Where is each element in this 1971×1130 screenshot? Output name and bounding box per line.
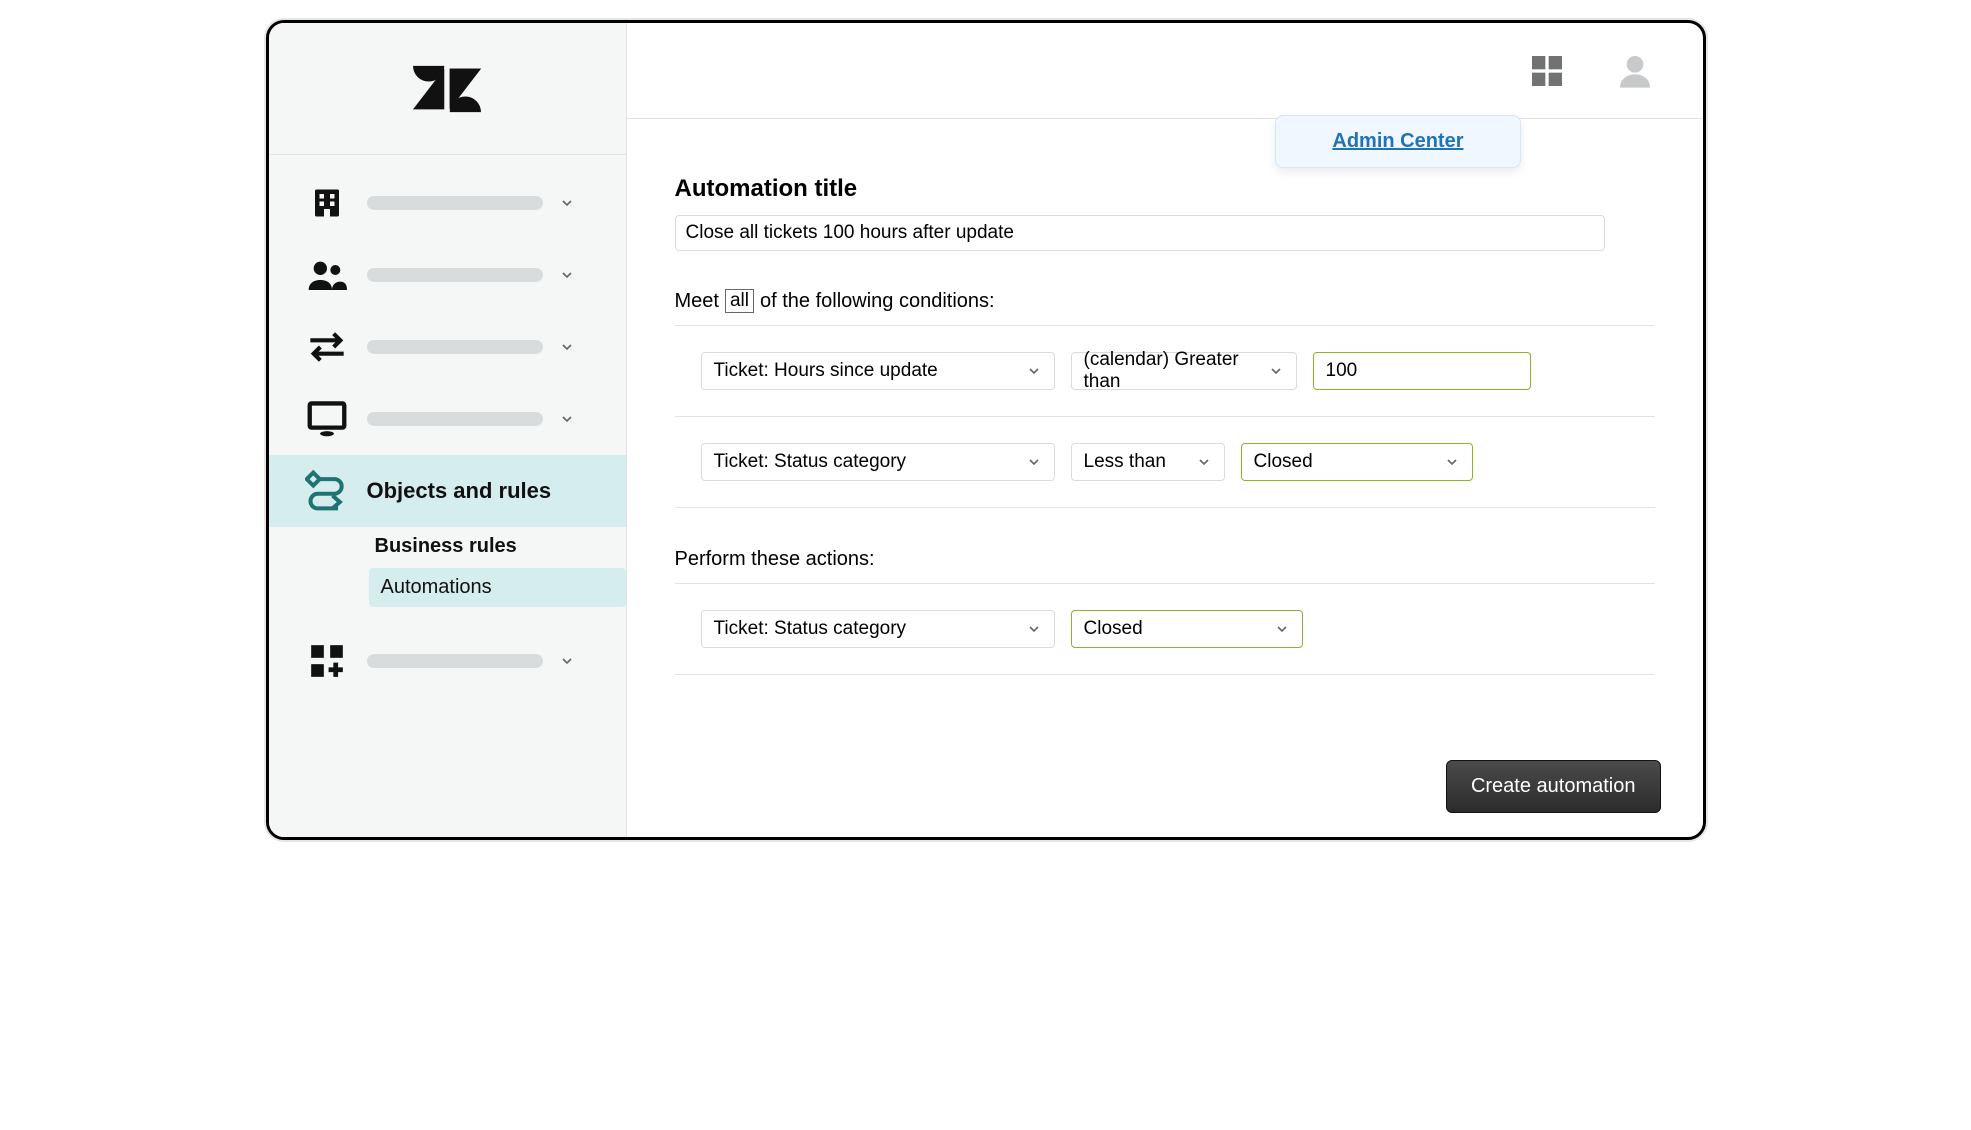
people-icon	[303, 253, 351, 297]
condition-row: Ticket: Hours since update (calendar) Gr…	[675, 326, 1655, 417]
select-value: (calendar) Greater than	[1084, 349, 1258, 393]
condition-operator-select[interactable]: Less than	[1071, 443, 1225, 481]
main-area: Admin Center Automation title Meet all o…	[627, 23, 1703, 837]
subnav-heading[interactable]: Business rules	[365, 527, 626, 566]
condition-value-input[interactable]	[1313, 352, 1531, 390]
app-window: Objects and rules Business rules Automat…	[266, 20, 1706, 840]
chevron-down-icon	[559, 339, 579, 355]
sidebar-item-apps[interactable]	[269, 625, 626, 697]
sidebar: Objects and rules Business rules Automat…	[269, 23, 627, 837]
condition-row: Ticket: Status category Less than Closed	[675, 417, 1655, 508]
meet-post-text: of the following conditions:	[760, 290, 995, 313]
conditions-label: Meet all of the following conditions:	[675, 289, 1655, 313]
chevron-down-icon	[1274, 621, 1290, 637]
automation-title-input[interactable]	[675, 215, 1605, 251]
sidebar-item-people[interactable]	[269, 239, 626, 311]
action-value-select[interactable]: Closed	[1071, 610, 1303, 648]
placeholder-label	[367, 412, 543, 426]
chevron-down-icon	[1026, 363, 1042, 379]
zendesk-logo-icon	[413, 55, 481, 123]
select-value: Ticket: Status category	[714, 618, 907, 640]
placeholder-label	[367, 654, 543, 668]
select-value: Less than	[1084, 451, 1166, 473]
create-automation-button[interactable]: Create automation	[1446, 760, 1661, 813]
logo-area	[269, 23, 626, 155]
condition-operator-select[interactable]: (calendar) Greater than	[1071, 352, 1297, 390]
profile-icon[interactable]	[1615, 51, 1655, 91]
action-row: Ticket: Status category Closed	[675, 584, 1655, 675]
chevron-down-icon	[1268, 363, 1284, 379]
sidebar-item-channels[interactable]	[269, 311, 626, 383]
flow-icon	[303, 469, 351, 513]
placeholder-label	[367, 340, 543, 354]
sidebar-item-account[interactable]	[269, 167, 626, 239]
topbar	[627, 23, 1703, 119]
sidebar-nav: Objects and rules Business rules Automat…	[269, 155, 626, 697]
select-value: Closed	[1254, 451, 1313, 473]
title-label: Automation title	[675, 175, 1655, 203]
placeholder-label	[367, 196, 543, 210]
sidebar-item-objects-rules[interactable]: Objects and rules	[269, 455, 626, 527]
chevron-down-icon	[559, 267, 579, 283]
condition-field-select[interactable]: Ticket: Status category	[701, 443, 1055, 481]
chevron-down-icon	[1196, 454, 1212, 470]
select-value: Closed	[1084, 618, 1143, 640]
sidebar-item-workspaces[interactable]	[269, 383, 626, 455]
condition-value-select[interactable]: Closed	[1241, 443, 1473, 481]
meet-all-selector[interactable]: all	[725, 289, 754, 313]
arrows-swap-icon	[303, 325, 351, 369]
monitor-icon	[303, 397, 351, 441]
building-icon	[303, 181, 351, 225]
placeholder-label	[367, 268, 543, 282]
sidebar-item-label: Objects and rules	[367, 478, 606, 504]
chevron-down-icon	[1026, 621, 1042, 637]
condition-field-select[interactable]: Ticket: Hours since update	[701, 352, 1055, 390]
chevron-down-icon	[1444, 454, 1460, 470]
admin-center-tooltip: Admin Center	[1275, 115, 1520, 168]
apps-grid-icon[interactable]	[1527, 51, 1567, 91]
form-content: Automation title Meet all of the followi…	[627, 119, 1703, 837]
select-value: Ticket: Status category	[714, 451, 907, 473]
admin-center-link[interactable]: Admin Center	[1332, 130, 1463, 152]
chevron-down-icon	[559, 195, 579, 211]
actions-label: Perform these actions:	[675, 548, 1655, 571]
meet-pre-text: Meet	[675, 290, 719, 313]
select-value: Ticket: Hours since update	[714, 360, 938, 382]
subnav-item-automations[interactable]: Automations	[369, 568, 626, 607]
chevron-down-icon	[1026, 454, 1042, 470]
footer: Create automation	[1446, 760, 1661, 813]
action-field-select[interactable]: Ticket: Status category	[701, 610, 1055, 648]
chevron-down-icon	[559, 411, 579, 427]
sidebar-subnav: Business rules Automations	[269, 527, 626, 607]
chevron-down-icon	[559, 653, 579, 669]
apps-add-icon	[303, 639, 351, 683]
